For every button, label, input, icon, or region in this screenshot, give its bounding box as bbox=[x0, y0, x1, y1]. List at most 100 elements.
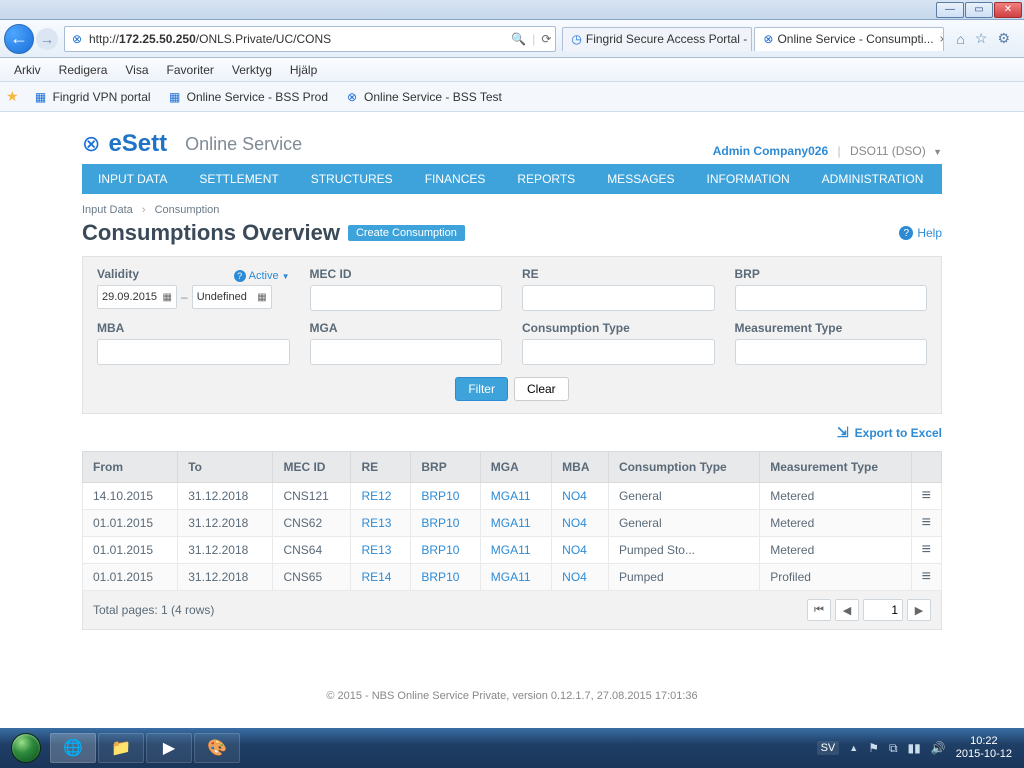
row-menu-icon[interactable]: ≡ bbox=[911, 564, 941, 591]
col-to[interactable]: To bbox=[178, 452, 273, 483]
cell-re[interactable]: RE13 bbox=[351, 537, 411, 564]
window-maximize-button[interactable]: ▭ bbox=[965, 2, 993, 18]
browser-tab[interactable]: ◷ Fingrid Secure Access Portal - ... bbox=[562, 27, 752, 51]
col-from[interactable]: From bbox=[83, 452, 178, 483]
filter-button[interactable]: Filter bbox=[455, 377, 508, 401]
create-consumption-button[interactable]: Create Consumption bbox=[348, 225, 465, 241]
cell-brp[interactable]: BRP10 bbox=[411, 483, 480, 510]
col-mga[interactable]: MGA bbox=[480, 452, 551, 483]
row-menu-icon[interactable]: ≡ bbox=[911, 483, 941, 510]
pager-first-button[interactable]: ⏮ bbox=[807, 599, 831, 621]
tray-volume-icon[interactable]: 🔊 bbox=[931, 741, 946, 755]
cell-mba[interactable]: NO4 bbox=[552, 564, 609, 591]
nav-structures[interactable]: STRUCTURES bbox=[295, 164, 409, 194]
home-icon[interactable]: ⌂ bbox=[956, 31, 964, 47]
menu-verktyg[interactable]: Verktyg bbox=[224, 61, 280, 79]
task-explorer[interactable]: 📁 bbox=[98, 733, 144, 763]
tray-network-icon[interactable]: ⧉ bbox=[889, 741, 898, 756]
cell-brp[interactable]: BRP10 bbox=[411, 537, 480, 564]
tab-favicon-icon: ⊗ bbox=[763, 32, 773, 46]
window-close-button[interactable]: ✕ bbox=[994, 2, 1022, 18]
col-re[interactable]: RE bbox=[351, 452, 411, 483]
cell-mba[interactable]: NO4 bbox=[552, 483, 609, 510]
language-indicator[interactable]: SV bbox=[817, 741, 840, 755]
col-ctype[interactable]: Consumption Type bbox=[608, 452, 759, 483]
add-favorite-icon[interactable]: ★ bbox=[6, 88, 19, 105]
nav-settlement[interactable]: SETTLEMENT bbox=[183, 164, 294, 194]
task-media[interactable]: ▶ bbox=[146, 733, 192, 763]
cell-mga[interactable]: MGA11 bbox=[480, 537, 551, 564]
cell-mga[interactable]: MGA11 bbox=[480, 510, 551, 537]
consumption-type-input[interactable] bbox=[522, 339, 715, 365]
address-bar[interactable]: ⊗ http:// 172.25.50.250 /ONLS.Private/UC… bbox=[64, 26, 556, 52]
favorite-link[interactable]: ▦Fingrid VPN portal bbox=[29, 87, 155, 107]
help-link[interactable]: ? Help bbox=[899, 226, 942, 240]
export-to-excel-link[interactable]: ⇲ Export to Excel bbox=[837, 424, 942, 441]
breadcrumb-consumption: Consumption bbox=[155, 204, 220, 216]
validity-from-input[interactable]: 29.09.2015 ▦ bbox=[97, 285, 177, 309]
pager-page-input[interactable] bbox=[863, 599, 903, 621]
favorite-link[interactable]: ⊗Online Service - BSS Test bbox=[340, 87, 506, 107]
mba-input[interactable] bbox=[97, 339, 290, 365]
tools-gear-icon[interactable]: ⚙ bbox=[997, 30, 1010, 47]
validity-active-toggle[interactable]: Active ▼ bbox=[234, 270, 290, 282]
menu-visa[interactable]: Visa bbox=[117, 61, 156, 79]
col-brp[interactable]: BRP bbox=[411, 452, 480, 483]
nav-input-data[interactable]: INPUT DATA bbox=[82, 164, 183, 194]
tab-close-icon[interactable]: × bbox=[940, 32, 945, 46]
nav-messages[interactable]: MESSAGES bbox=[591, 164, 690, 194]
browser-forward-button[interactable]: → bbox=[36, 28, 58, 50]
cell-brp[interactable]: BRP10 bbox=[411, 510, 480, 537]
task-paint[interactable]: 🎨 bbox=[194, 733, 240, 763]
browser-back-button[interactable]: ← bbox=[4, 24, 34, 54]
calendar-icon[interactable]: ▦ bbox=[257, 292, 266, 303]
cell-re[interactable]: RE12 bbox=[351, 483, 411, 510]
start-button[interactable] bbox=[6, 732, 46, 764]
re-input[interactable] bbox=[522, 285, 715, 311]
favorite-link[interactable]: ▦Online Service - BSS Prod bbox=[163, 87, 332, 107]
cell-mga[interactable]: MGA11 bbox=[480, 564, 551, 591]
calendar-icon[interactable]: ▦ bbox=[163, 292, 172, 303]
task-ie[interactable]: 🌐 bbox=[50, 733, 96, 763]
menu-hjalp[interactable]: Hjälp bbox=[282, 61, 325, 79]
cell-mba[interactable]: NO4 bbox=[552, 537, 609, 564]
nav-reports[interactable]: REPORTS bbox=[501, 164, 591, 194]
cell-re[interactable]: RE13 bbox=[351, 510, 411, 537]
validity-to-input[interactable]: Undefined ▦ bbox=[192, 285, 272, 309]
cell-mga[interactable]: MGA11 bbox=[480, 483, 551, 510]
mga-input[interactable] bbox=[310, 339, 503, 365]
measurement-type-input[interactable] bbox=[735, 339, 928, 365]
nav-finances[interactable]: FINANCES bbox=[409, 164, 502, 194]
row-menu-icon[interactable]: ≡ bbox=[911, 510, 941, 537]
mec-id-input[interactable] bbox=[310, 285, 503, 311]
tray-flag-icon[interactable]: ⚑ bbox=[868, 741, 879, 755]
favorites-bar: ★ ▦Fingrid VPN portal ▦Online Service - … bbox=[0, 82, 1024, 112]
menu-arkiv[interactable]: Arkiv bbox=[6, 61, 49, 79]
col-mtype[interactable]: Measurement Type bbox=[760, 452, 911, 483]
tray-clock[interactable]: 10:22 2015-10-12 bbox=[956, 735, 1012, 761]
row-menu-icon[interactable]: ≡ bbox=[911, 537, 941, 564]
window-minimize-button[interactable]: — bbox=[936, 2, 964, 18]
col-mba[interactable]: MBA bbox=[552, 452, 609, 483]
menu-favoriter[interactable]: Favoriter bbox=[159, 61, 222, 79]
search-icon[interactable]: 🔍 bbox=[511, 32, 526, 46]
favorites-icon[interactable]: ☆ bbox=[975, 30, 988, 47]
brp-input[interactable] bbox=[735, 285, 928, 311]
breadcrumb-input-data[interactable]: Input Data bbox=[82, 204, 133, 216]
tray-wifi-icon[interactable]: ▮▮ bbox=[908, 741, 921, 755]
browser-tab[interactable]: ⊗ Online Service - Consumpti... × bbox=[754, 27, 944, 51]
pager-prev-button[interactable]: ◀ bbox=[835, 599, 859, 621]
user-menu[interactable]: Admin Company026 | DSO11 (DSO) ▼ bbox=[713, 144, 942, 158]
cell-mec: CNS65 bbox=[273, 564, 351, 591]
cell-re[interactable]: RE14 bbox=[351, 564, 411, 591]
cell-mba[interactable]: NO4 bbox=[552, 510, 609, 537]
cell-brp[interactable]: BRP10 bbox=[411, 564, 480, 591]
clear-button[interactable]: Clear bbox=[514, 377, 569, 401]
refresh-icon[interactable]: ⟳ bbox=[541, 32, 551, 46]
nav-information[interactable]: INFORMATION bbox=[691, 164, 806, 194]
col-mec[interactable]: MEC ID bbox=[273, 452, 351, 483]
pager-next-button[interactable]: ▶ bbox=[907, 599, 931, 621]
nav-administration[interactable]: ADMINISTRATION bbox=[806, 164, 940, 194]
menu-redigera[interactable]: Redigera bbox=[51, 61, 116, 79]
tray-expand-icon[interactable]: ▲ bbox=[849, 743, 858, 753]
